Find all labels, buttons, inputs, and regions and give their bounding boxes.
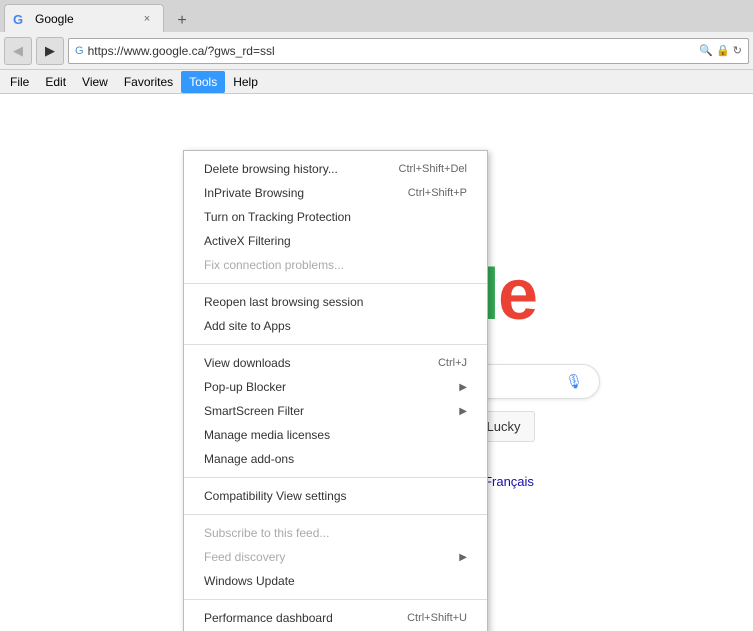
smartscreen-filter-item[interactable]: SmartScreen Filter ▶ [184,399,487,423]
page-content: G o o g l e 🎙 Google Search I'm Feeling … [0,94,753,631]
separator-4 [184,514,487,515]
tab-bar: G Google × + [0,0,753,32]
view-downloads-item[interactable]: View downloads Ctrl+J [184,351,487,375]
fix-connection-item: Fix connection problems... [184,253,487,277]
logo-e: e [498,254,536,336]
compatibility-view-item[interactable]: Compatibility View settings [184,484,487,508]
tab-title: Google [35,12,133,26]
reopen-last-session-item[interactable]: Reopen last browsing session [184,290,487,314]
menu-section-5: Subscribe to this feed... Feed discovery… [184,519,487,595]
menu-section-3: View downloads Ctrl+J Pop-up Blocker ▶ S… [184,349,487,473]
address-bar[interactable]: G https://www.google.ca/?gws_rd=ssl 🔍 🔒 … [68,38,749,64]
manage-media-licenses-item[interactable]: Manage media licenses [184,423,487,447]
feed-discovery-arrow: ▶ [459,552,467,563]
lock-icon: 🔒 [716,44,730,57]
separator-5 [184,599,487,600]
separator-3 [184,477,487,478]
menu-section-4: Compatibility View settings [184,482,487,510]
menu-bar: File Edit View Favorites Tools Help [0,70,753,94]
popup-blocker-arrow: ▶ [459,382,467,393]
feed-discovery-item: Feed discovery ▶ [184,545,487,569]
new-tab-button[interactable]: + [168,10,196,32]
windows-update-item[interactable]: Windows Update [184,569,487,593]
search-mic-icon: 🎙 [565,373,583,390]
address-favicon: G [75,45,84,57]
menu-help[interactable]: Help [225,71,266,93]
menu-favorites[interactable]: Favorites [116,71,181,93]
subscribe-feed-item: Subscribe to this feed... [184,521,487,545]
tab-close-button[interactable]: × [139,11,155,27]
inprivate-browsing-item[interactable]: InPrivate Browsing Ctrl+Shift+P [184,181,487,205]
menu-edit[interactable]: Edit [37,71,74,93]
forward-button[interactable]: ▶ [36,37,64,65]
refresh-icon[interactable]: ↻ [733,44,742,57]
address-text: https://www.google.ca/?gws_rd=ssl [88,44,696,58]
add-site-to-apps-item[interactable]: Add site to Apps [184,314,487,338]
search-icon: 🔍 [699,44,713,57]
manage-addons-item[interactable]: Manage add-ons [184,447,487,471]
nav-bar: ◀ ▶ G https://www.google.ca/?gws_rd=ssl … [0,32,753,70]
address-icons: 🔍 🔒 ↻ [699,44,742,57]
offered-in-link[interactable]: Français [484,474,534,489]
menu-view[interactable]: View [74,71,116,93]
menu-section-1: Delete browsing history... Ctrl+Shift+De… [184,155,487,279]
menu-tools[interactable]: Tools [181,71,225,93]
tracking-protection-item[interactable]: Turn on Tracking Protection [184,205,487,229]
browser-window: G Google × + ◀ ▶ G https://www.google.ca… [0,0,753,631]
tab-favicon: G [13,11,29,27]
separator-1 [184,283,487,284]
tools-dropdown-menu: Delete browsing history... Ctrl+Shift+De… [183,150,488,631]
active-tab[interactable]: G Google × [4,4,164,32]
menu-file[interactable]: File [2,71,37,93]
popup-blocker-item[interactable]: Pop-up Blocker ▶ [184,375,487,399]
back-button[interactable]: ◀ [4,37,32,65]
activex-filtering-item[interactable]: ActiveX Filtering [184,229,487,253]
menu-section-6: Performance dashboard Ctrl+Shift+U F12 D… [184,604,487,631]
separator-2 [184,344,487,345]
smartscreen-arrow: ▶ [459,406,467,417]
delete-browsing-history-item[interactable]: Delete browsing history... Ctrl+Shift+De… [184,157,487,181]
menu-section-2: Reopen last browsing session Add site to… [184,288,487,340]
svg-text:G: G [13,12,23,27]
performance-dashboard-item[interactable]: Performance dashboard Ctrl+Shift+U [184,606,487,630]
